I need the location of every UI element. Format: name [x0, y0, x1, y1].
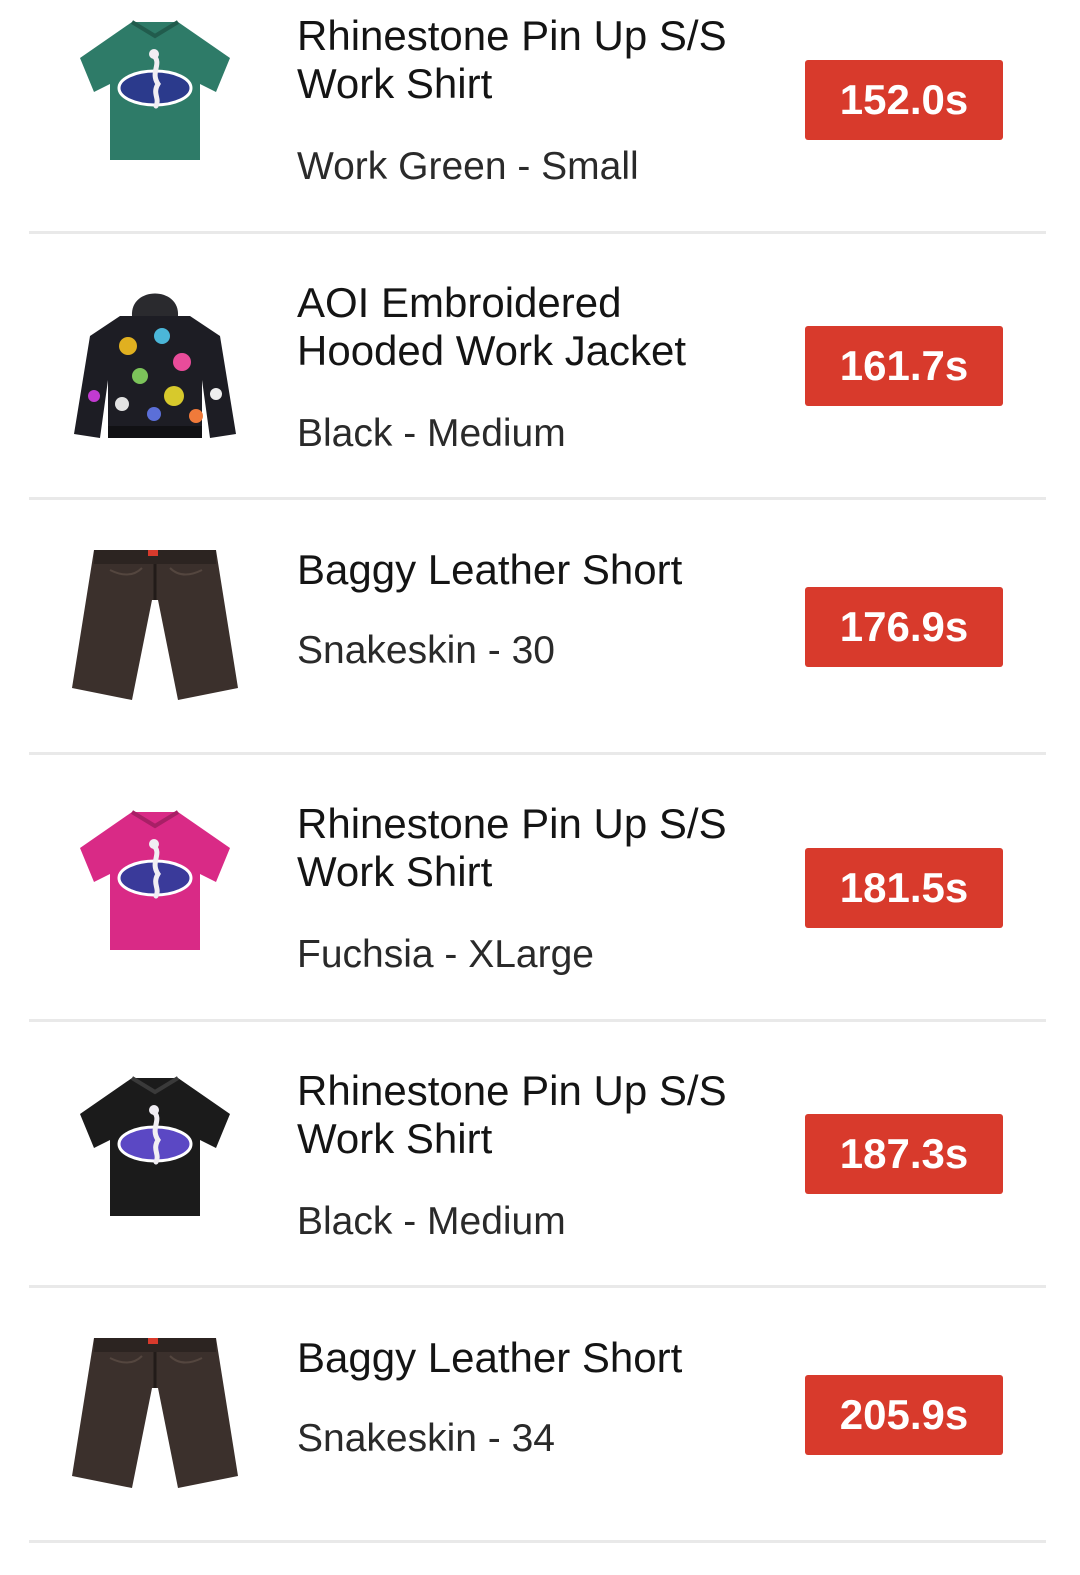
item-name-line1: Rhinestone Pin Up S/S	[297, 800, 727, 847]
item-variant: Work Green - Small	[297, 145, 639, 188]
green-work-shirt-icon	[70, 10, 240, 180]
patterned-hooded-jacket-icon	[70, 276, 240, 446]
divider	[29, 497, 1046, 500]
item-name: Baggy Leather Short	[297, 1334, 767, 1382]
item-name: Baggy Leather Short	[297, 546, 767, 594]
divider	[29, 752, 1046, 755]
item-name: AOI Embroidered Hooded Work Jacket	[297, 279, 767, 375]
fuchsia-work-shirt-icon	[70, 800, 240, 970]
item-name: Rhinestone Pin Up S/S Work Shirt	[297, 800, 767, 896]
item-name-line2: Work Shirt	[297, 848, 493, 895]
item-name-line1: Baggy Leather Short	[297, 1334, 683, 1381]
item-variant: Fuchsia - XLarge	[297, 933, 594, 976]
time-badge: 187.3s	[805, 1114, 1003, 1194]
item-name-line1: AOI Embroidered	[297, 279, 622, 326]
item-name: Rhinestone Pin Up S/S Work Shirt	[297, 1067, 767, 1163]
item-name-line2: Hooded Work Jacket	[297, 327, 687, 374]
divider	[29, 1285, 1046, 1288]
item-name-line1: Rhinestone Pin Up S/S	[297, 12, 727, 59]
divider	[29, 231, 1046, 234]
leather-shorts-icon	[70, 1328, 240, 1498]
divider	[29, 1019, 1046, 1022]
item-name-line2: Work Shirt	[297, 60, 493, 107]
leather-shorts-icon	[70, 540, 240, 710]
time-badge: 181.5s	[805, 848, 1003, 928]
divider	[29, 1540, 1046, 1543]
time-badge: 176.9s	[805, 587, 1003, 667]
time-badge: 152.0s	[805, 60, 1003, 140]
item-name-line1: Rhinestone Pin Up S/S	[297, 1067, 727, 1114]
time-badge: 161.7s	[805, 326, 1003, 406]
item-variant: Snakeskin - 30	[297, 629, 555, 672]
item-name-line1: Baggy Leather Short	[297, 546, 683, 593]
black-work-shirt-icon	[70, 1066, 240, 1236]
product-timing-list: Rhinestone Pin Up S/S Work Shirt Work Gr…	[0, 0, 1080, 1575]
item-name-line2: Work Shirt	[297, 1115, 493, 1162]
item-variant: Snakeskin - 34	[297, 1417, 555, 1460]
item-variant: Black - Medium	[297, 1200, 566, 1243]
time-badge: 205.9s	[805, 1375, 1003, 1455]
item-variant: Black - Medium	[297, 412, 566, 455]
item-name: Rhinestone Pin Up S/S Work Shirt	[297, 12, 767, 108]
